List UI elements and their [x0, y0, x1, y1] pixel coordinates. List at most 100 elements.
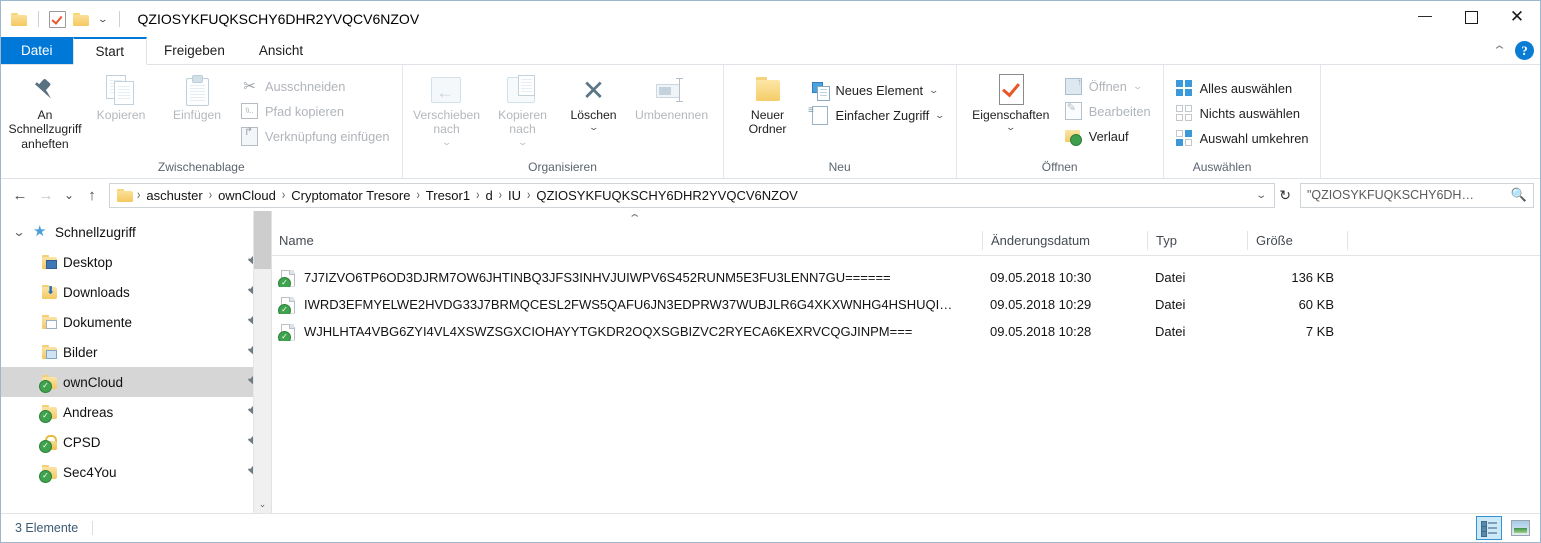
cut-button[interactable]: ✂ Ausschneiden [235, 74, 396, 98]
chevron-down-icon[interactable]: ⌄ [6, 225, 32, 239]
sidebar-item-dokumente[interactable]: Dokumente [1, 307, 271, 337]
collapse-ribbon-icon[interactable]: ⌃ [1492, 43, 1507, 59]
file-name-cell[interactable]: ✓ WJHLHTA4VBG6ZYI4VL4XSWZSGXCIOHAYYTGKDR… [272, 323, 982, 341]
address-dropdown-icon[interactable]: ⌄ [1247, 190, 1276, 201]
tab-start[interactable]: Start [72, 37, 148, 65]
tab-freigeben[interactable]: Freigeben [147, 37, 242, 64]
pin-icon [32, 73, 58, 105]
breadcrumb-separator[interactable]: › [526, 188, 531, 203]
open-button[interactable]: Öffnen ⌄ [1059, 74, 1157, 98]
select-all-button[interactable]: Alles auswählen [1170, 76, 1315, 100]
breadcrumb-separator[interactable]: › [415, 188, 420, 203]
column-headers: Name Änderungsdatum Typ Größe [272, 211, 1540, 256]
customize-qat-caret-icon[interactable]: ⌄ [94, 14, 111, 24]
copy-to-button[interactable]: Kopieren nach ⌄ [485, 70, 561, 148]
move-to-caret-icon[interactable]: ⌄ [441, 137, 452, 148]
sidebar-item-owncloud[interactable]: ✓ ownCloud [1, 367, 271, 397]
properties-caret-icon[interactable]: ⌄ [1005, 122, 1016, 133]
up-button[interactable]: ↑ [79, 182, 105, 208]
back-button[interactable]: ← [7, 182, 33, 208]
paste-shortcut-button[interactable]: Verknüpfung einfügen [235, 124, 396, 148]
sidebar-item-desktop[interactable]: Desktop [1, 247, 271, 277]
paste-button[interactable]: Einfügen [159, 70, 235, 122]
copy-to-caret-icon[interactable]: ⌄ [517, 137, 528, 148]
recent-locations-button[interactable]: ⌄ [59, 182, 79, 208]
breadcrumb-separator[interactable]: › [136, 188, 141, 203]
sidebar-item-downloads[interactable]: ⬇ Downloads [1, 277, 271, 307]
edit-button[interactable]: Bearbeiten [1059, 99, 1157, 123]
breadcrumb-item-tresor1[interactable]: Tresor1 [421, 188, 475, 203]
copy-button[interactable]: Kopieren [83, 70, 159, 122]
details-view-button[interactable] [1476, 516, 1502, 540]
sidebar-item-label: Schnellzugriff [55, 224, 136, 240]
new-item-button[interactable]: Neues Element ⌄ [806, 78, 950, 102]
breadcrumb-separator[interactable]: › [498, 188, 503, 203]
address-bar: ← → ⌄ ↑ › aschuster › ownCloud › Cryptom… [1, 179, 1540, 211]
delete-button[interactable]: ✕ Löschen ⌄ [561, 70, 627, 133]
minimize-button[interactable]: — [1402, 1, 1448, 33]
breadcrumb-item-cryptomator-tresore[interactable]: Cryptomator Tresore [286, 188, 415, 203]
easy-access-button[interactable]: Einfacher Zugriff ⌄ [806, 103, 950, 127]
breadcrumb-bar[interactable]: › aschuster › ownCloud › Cryptomator Tre… [109, 182, 1276, 208]
table-row[interactable]: ✓ IWRD3EFMYELWE2HVDG33J7BRMQCESL2FWS5QAF… [272, 291, 1540, 318]
sidebar-item-sec4you[interactable]: ✓ Sec4You [1, 457, 271, 487]
search-input[interactable]: "QZIOSYKFUQKSCHY6DH… 🔍 [1300, 182, 1534, 208]
title-bar: ⌄ QZIOSYKFUQKSCHY6DHR2YVQCV6NZOV — ✕ [1, 1, 1540, 37]
refresh-button[interactable]: ↻ [1275, 187, 1295, 204]
file-name: IWRD3EFMYELWE2HVDG33J7BRMQCESL2FWS5QAFU6… [304, 297, 953, 312]
sidebar-item-bilder[interactable]: Bilder [1, 337, 271, 367]
sidebar-item-andreas[interactable]: ✓ Andreas [1, 397, 271, 427]
breadcrumb-folder-icon[interactable] [117, 188, 134, 202]
forward-button[interactable]: → [33, 182, 59, 208]
tab-datei[interactable]: Datei [1, 37, 73, 64]
breadcrumb-item-owncloud[interactable]: ownCloud [213, 188, 281, 203]
breadcrumb-separator[interactable]: › [475, 188, 480, 203]
move-to-button[interactable]: ← Verschieben nach ⌄ [409, 70, 485, 148]
easy-access-caret-icon[interactable]: ⌄ [934, 110, 945, 121]
scrollbar-thumb[interactable] [254, 211, 271, 269]
column-header-type[interactable]: Typ [1147, 230, 1247, 250]
navigation-pane-scrollbar[interactable]: ⌃ ⌄ [253, 211, 271, 513]
copy-path-button[interactable]: \\.. Pfad kopieren [235, 99, 396, 123]
column-header-size[interactable]: Größe [1247, 230, 1347, 250]
ribbon-group-organize: ← Verschieben nach ⌄ Kopieren nach ⌄ ✕ L… [403, 65, 724, 178]
pin-to-quick-access-button[interactable]: An Schnellzugriff anheften [7, 70, 83, 151]
file-name-cell[interactable]: ✓ IWRD3EFMYELWE2HVDG33J7BRMQCESL2FWS5QAF… [272, 296, 982, 314]
new-folder-icon [752, 73, 784, 105]
properties-button[interactable]: Eigenschaften ⌄ [963, 70, 1059, 133]
new-folder-button[interactable]: Neuer Ordner [730, 70, 806, 137]
properties-check-icon[interactable] [49, 10, 66, 28]
breadcrumb-item-aschuster[interactable]: aschuster [141, 188, 207, 203]
column-header-name[interactable]: Name [272, 231, 982, 250]
close-button[interactable]: ✕ [1494, 1, 1540, 33]
maximize-button[interactable] [1448, 1, 1494, 33]
column-header-modified[interactable]: Änderungsdatum [982, 230, 1147, 250]
rename-button[interactable]: Umbenennen [627, 70, 717, 122]
breadcrumb-separator[interactable]: › [281, 188, 286, 203]
table-row[interactable]: ✓ WJHLHTA4VBG6ZYI4VL4XSWZSGXCIOHAYYTGKDR… [272, 318, 1540, 345]
help-icon[interactable]: ? [1515, 41, 1534, 60]
new-item-caret-icon[interactable]: ⌄ [928, 85, 939, 96]
file-name-cell[interactable]: ✓ 7J7IZVO6TP6OD3DJRM7OW6JHTINBQ3JFS3INHV… [272, 269, 982, 287]
breadcrumb-separator[interactable]: › [208, 188, 213, 203]
breadcrumb-item-current[interactable]: QZIOSYKFUQKSCHY6DHR2YVQCV6NZOV [531, 188, 803, 203]
sidebar-item-schnellzugriff[interactable]: ⌄ ★ Schnellzugriff [1, 217, 271, 247]
folder-icon[interactable] [11, 12, 28, 26]
sidebar-item-cpsd[interactable]: ✓ CPSD [1, 427, 271, 457]
large-icons-view-button[interactable] [1508, 517, 1532, 539]
new-folder-icon[interactable] [73, 12, 90, 26]
breadcrumb-item-d[interactable]: d [480, 188, 497, 203]
breadcrumb-item-iu[interactable]: IU [503, 188, 526, 203]
select-none-button[interactable]: Nichts auswählen [1170, 101, 1315, 125]
breadcrumb: › aschuster › ownCloud › Cryptomator Tre… [136, 188, 1251, 203]
history-button[interactable]: Verlauf [1059, 124, 1157, 148]
table-row[interactable]: ✓ 7J7IZVO6TP6OD3DJRM7OW6JHTINBQ3JFS3INHV… [272, 264, 1540, 291]
status-bar: 3 Elemente [1, 513, 1540, 542]
open-caret-icon[interactable]: ⌄ [1132, 81, 1143, 92]
scroll-down-icon[interactable]: ⌄ [254, 496, 271, 513]
new-item-label: Neues Element [835, 82, 924, 98]
delete-caret-icon[interactable]: ⌄ [588, 122, 599, 133]
search-icon[interactable]: 🔍 [1511, 187, 1527, 203]
tab-ansicht[interactable]: Ansicht [242, 37, 320, 64]
invert-selection-button[interactable]: Auswahl umkehren [1170, 126, 1315, 150]
